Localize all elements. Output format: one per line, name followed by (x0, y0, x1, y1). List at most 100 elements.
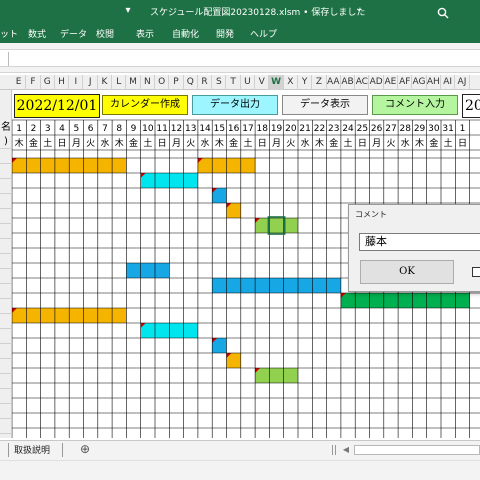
column-header-cell[interactable]: V (255, 75, 270, 90)
day-number: 7 (102, 124, 108, 134)
column-header-cell[interactable]: W (269, 75, 284, 90)
dialog-title: コメント (355, 210, 387, 219)
add-sheet-icon[interactable]: ⊕ (78, 442, 92, 456)
row-header-line (0, 208, 12, 209)
column-header-cell[interactable]: H (55, 75, 70, 90)
weekday-label: 日 (158, 138, 167, 149)
row-header-line (0, 328, 12, 329)
ribbon-tab[interactable]: 校閲 (96, 27, 114, 40)
comment-input-button[interactable]: コメント入力 (372, 95, 458, 115)
right-date-partial: 20 (465, 98, 480, 114)
ribbon-tab[interactable]: データ (60, 27, 87, 40)
ribbon-tab[interactable]: 数式 (28, 27, 46, 40)
weekday-label: 日 (358, 138, 367, 149)
ribbon-tab[interactable]: ット (0, 27, 18, 40)
column-header-cell[interactable]: O (155, 75, 170, 90)
name-header-top: 名 (1, 122, 11, 133)
document-title[interactable]: スケジュール配置図20230128.xlsm • 保存しました (150, 5, 365, 18)
day-number: 18 (257, 124, 269, 134)
weekday-label: 木 (215, 137, 224, 149)
horizontal-scrollbar-gripper[interactable] (332, 445, 336, 455)
ribbon-tab[interactable]: ヘルプ (250, 27, 277, 40)
column-header-cell[interactable]: Q (184, 75, 198, 90)
row-header-line (0, 313, 12, 314)
date-value: 2022/12/01 (16, 98, 98, 114)
day-number: 9 (131, 124, 137, 134)
column-header-cell[interactable]: AF (398, 75, 413, 90)
day-number: 2 (31, 124, 37, 134)
sheet-tab-label: 取扱説明 (14, 446, 51, 456)
ribbon-tab[interactable]: 自動化 (172, 27, 199, 40)
data-output-button[interactable]: データ出力 (192, 95, 278, 115)
weekday-label: 木 (415, 137, 424, 149)
create-calendar-button[interactable]: カレンダー作成 (102, 95, 188, 115)
column-header-cell[interactable]: L (112, 75, 127, 90)
column-header-cell[interactable]: S (212, 75, 227, 90)
weekday-label: 火 (386, 138, 395, 149)
row-header-line (0, 223, 12, 224)
formula-bar[interactable] (0, 49, 480, 67)
add-sheet-glyph: ⊕ (79, 442, 91, 456)
status-bar (0, 460, 480, 480)
schedule-bar (255, 368, 298, 383)
day-number: 20 (285, 124, 297, 134)
ok-label: OK (399, 266, 415, 277)
day-number: 12 (171, 124, 182, 134)
title-chevron-icon[interactable]: ⌄ (355, 3, 363, 14)
column-header-cell[interactable]: AD (370, 75, 384, 90)
right-date-cell-partial[interactable]: 20 (462, 94, 480, 118)
column-header-cell[interactable]: AE (384, 75, 399, 90)
data-display-button[interactable]: データ表示 (282, 95, 368, 115)
weekday-label: 日 (58, 138, 67, 149)
column-header-cell[interactable]: AC (355, 75, 370, 90)
sheet-tab-separator (8, 443, 9, 457)
day-number: 27 (385, 124, 396, 134)
column-header-cell[interactable]: U (241, 75, 256, 90)
formula-divider (8, 52, 9, 66)
column-header-cell[interactable]: I (69, 75, 84, 90)
ribbon-tab[interactable]: 表示 (136, 27, 154, 40)
column-header-cell[interactable]: X (284, 75, 298, 90)
ok-button[interactable]: OK (360, 260, 454, 284)
dialog-checkbox[interactable] (472, 267, 480, 277)
column-header-cell[interactable]: F (26, 75, 41, 90)
weekday-label: 火 (186, 138, 195, 149)
formula-bar-area (0, 43, 480, 73)
row-header-line (0, 343, 12, 344)
scroll-left-button[interactable]: ◀ (340, 443, 352, 457)
weekday-label: 金 (229, 137, 238, 149)
day-number: 8 (116, 124, 122, 134)
column-header-cell[interactable]: G (41, 75, 55, 90)
column-header-cell[interactable]: Y (298, 75, 313, 90)
weekday-label: 金 (429, 137, 438, 149)
column-header-cell[interactable]: T (227, 75, 241, 90)
dialog-name-input[interactable]: 藤本 (359, 233, 480, 251)
date-cell[interactable]: 2022/12/01 (14, 94, 100, 118)
day-number: 15 (214, 124, 225, 134)
column-header-cell[interactable]: E (12, 75, 27, 90)
dropdown-icon[interactable]: ▾ (120, 3, 136, 19)
column-header-cell[interactable]: P (169, 75, 184, 90)
column-header-cell[interactable]: J (84, 75, 98, 90)
column-header-cell[interactable]: N (141, 75, 155, 90)
column-header-cell[interactable]: AH (427, 75, 441, 90)
weekday-label: 金 (129, 137, 138, 149)
column-header-cell[interactable]: R (198, 75, 213, 90)
column-header-cell[interactable]: K (98, 75, 113, 90)
data-output-label: データ出力 (210, 99, 260, 110)
column-header-cell[interactable]: AI (441, 75, 456, 90)
day-number: 16 (228, 124, 240, 134)
column-header-cell[interactable]: AJ (455, 75, 470, 90)
sheet-tab[interactable]: 取扱説明 (14, 443, 50, 459)
ribbon-tab[interactable]: 開発 (216, 27, 234, 40)
horizontal-scrollbar-thumb[interactable] (354, 445, 480, 455)
column-header: E F G H I J K L M N O P Q R S T U V W X Y Z AA AB AC AD AE AF AG AH AI… (0, 75, 480, 90)
column-header-cell[interactable]: AB (341, 75, 356, 90)
column-header-cell[interactable]: AA (327, 75, 341, 90)
sheet-tab-separator-2 (62, 443, 63, 457)
search-icon[interactable] (437, 4, 449, 19)
row-header-line (0, 283, 12, 284)
column-header-cell[interactable]: AG (412, 75, 427, 90)
column-header-cell[interactable]: Z (312, 75, 327, 90)
column-header-cell[interactable]: M (126, 75, 141, 90)
